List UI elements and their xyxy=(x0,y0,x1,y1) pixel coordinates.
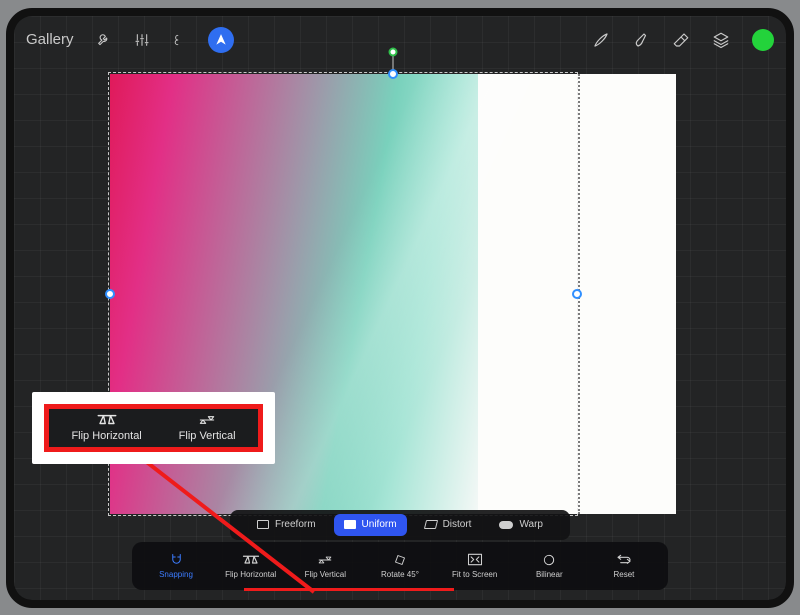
magnet-icon xyxy=(169,552,184,567)
action-label: Bilinear xyxy=(536,570,563,579)
distort-icon xyxy=(423,520,437,529)
action-flip-horizontal[interactable]: Flip Horizontal xyxy=(221,552,281,579)
action-interpolation[interactable]: Bilinear xyxy=(519,552,579,579)
flip-horizontal-icon xyxy=(96,413,118,427)
freeform-icon xyxy=(257,520,269,529)
toolbar-right-group xyxy=(592,29,774,51)
flip-horizontal-icon xyxy=(242,552,260,567)
mode-uniform[interactable]: Uniform xyxy=(334,514,407,536)
mode-label: Uniform xyxy=(362,519,397,530)
mode-label: Distort xyxy=(443,519,472,530)
action-label: Flip Vertical xyxy=(305,570,346,579)
mode-label: Freeform xyxy=(275,519,316,530)
gallery-button[interactable]: Gallery xyxy=(26,31,74,48)
action-snapping[interactable]: Snapping xyxy=(146,552,206,579)
handle-left-mid[interactable] xyxy=(105,289,115,299)
app-screen: Gallery xyxy=(14,16,786,600)
brush-icon[interactable] xyxy=(592,31,610,49)
action-label: Flip Horizontal xyxy=(225,570,276,579)
rotate-icon xyxy=(393,552,407,567)
callout-label: Flip Vertical xyxy=(179,430,236,442)
fit-screen-icon xyxy=(467,552,483,567)
handle-top-mid[interactable] xyxy=(388,69,398,79)
top-toolbar: Gallery xyxy=(26,22,774,58)
adjustments-icon[interactable] xyxy=(134,32,150,48)
smudge-icon[interactable] xyxy=(632,31,650,49)
action-flip-vertical[interactable]: Flip Vertical xyxy=(295,552,355,579)
callout-flip-vertical: Flip Vertical xyxy=(179,413,236,442)
mode-warp[interactable]: Warp xyxy=(489,514,553,536)
flip-vertical-icon xyxy=(199,413,215,427)
callout-label: Flip Horizontal xyxy=(71,430,141,442)
action-fit-to-screen[interactable]: Fit to Screen xyxy=(445,552,505,579)
mode-freeform[interactable]: Freeform xyxy=(247,514,326,536)
layers-icon[interactable] xyxy=(712,31,730,49)
mode-distort[interactable]: Distort xyxy=(415,514,482,536)
ipad-frame: Gallery xyxy=(6,8,794,608)
annotation-underline xyxy=(244,588,454,591)
action-label: Reset xyxy=(613,570,634,579)
flip-vertical-icon xyxy=(318,552,332,567)
action-label: Rotate 45° xyxy=(381,570,419,579)
toolbar-left-group: Gallery xyxy=(26,27,234,53)
callout-flip-horizontal: Flip Horizontal xyxy=(71,413,141,442)
action-reset[interactable]: Reset xyxy=(594,552,654,579)
mode-label: Warp xyxy=(519,519,543,530)
transform-mode-bar: Freeform Uniform Distort Warp xyxy=(230,510,570,540)
selection-icon[interactable] xyxy=(172,32,186,48)
color-picker-button[interactable] xyxy=(752,29,774,51)
uniform-icon xyxy=(344,520,356,529)
transform-icon[interactable] xyxy=(208,27,234,53)
transform-action-bar: Snapping Flip Horizontal Flip Vertical R… xyxy=(132,542,668,590)
annotation-callout: Flip Horizontal Flip Vertical xyxy=(32,392,275,464)
action-label: Fit to Screen xyxy=(452,570,497,579)
handle-right-mid[interactable] xyxy=(572,289,582,299)
action-rotate-45[interactable]: Rotate 45° xyxy=(370,552,430,579)
reset-icon xyxy=(616,552,632,567)
warp-icon xyxy=(499,521,513,529)
eraser-icon[interactable] xyxy=(672,31,690,49)
annotation-callout-inner: Flip Horizontal Flip Vertical xyxy=(44,404,263,452)
action-label: Snapping xyxy=(159,570,193,579)
interpolation-icon xyxy=(542,552,556,567)
wrench-icon[interactable] xyxy=(96,32,112,48)
